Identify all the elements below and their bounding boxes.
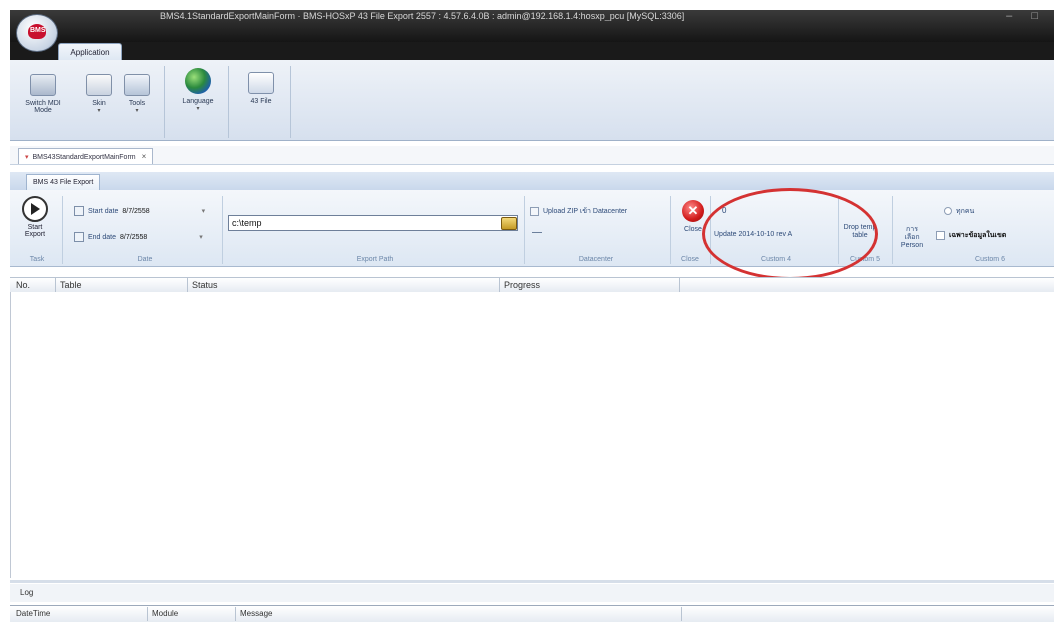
everyone-radio[interactable]: ทุกคน (944, 206, 974, 217)
calendar-icon (74, 206, 84, 216)
document-tab[interactable]: ▾ BMS43StandardExportMainForm × (18, 148, 154, 164)
tab-file-export[interactable]: BMS 43 File Export (26, 174, 101, 191)
skin-icon (86, 74, 112, 96)
skin-dropdown-arrow: ▾ (97, 108, 101, 114)
end-date-dropdown-icon[interactable]: ▾ (199, 234, 203, 241)
calendar-icon (74, 232, 84, 242)
group-label-task: Task (29, 256, 45, 263)
language-dropdown-arrow: ▾ (196, 106, 200, 112)
end-date-label: End date (88, 233, 117, 241)
checkbox-box[interactable] (936, 230, 945, 240)
end-date-row[interactable]: End date 8/7/2558 ▾ (74, 232, 203, 242)
radio-circle[interactable] (944, 207, 952, 216)
start-export-label: Start Export (24, 224, 46, 238)
group-label-close: Close (681, 256, 699, 263)
in-area-only-label: เฉพาะข้อมูลในเขต (949, 232, 1007, 239)
group-label-export-path: Export Path (356, 256, 394, 263)
log-splitter[interactable] (10, 580, 1054, 583)
43-file-button[interactable]: 43 File (246, 72, 276, 105)
skin-button[interactable]: Skin ▾ (84, 74, 114, 114)
file-icon (248, 72, 274, 94)
column-header-progress[interactable]: Progress (500, 278, 680, 292)
group-separator (892, 196, 893, 264)
language-label: Language (182, 98, 214, 105)
start-export-button[interactable]: Start Export (18, 196, 52, 238)
start-date-label: Start date (88, 207, 119, 215)
export-path-input[interactable] (228, 215, 518, 231)
close-tab-icon[interactable]: × (142, 152, 147, 161)
group-separator (670, 196, 671, 264)
switch-mdi-mode-label: Switch MDI Mode (25, 100, 61, 114)
upload-zip-checkbox[interactable]: Upload ZIP เข้า Datacenter (530, 206, 627, 217)
column-header-status[interactable]: Status (188, 278, 500, 292)
language-button[interactable]: Language ▾ (176, 68, 220, 112)
start-date-dropdown-icon[interactable]: ▾ (202, 208, 206, 215)
sub-ribbon-tab-strip (10, 172, 1054, 190)
window-controls[interactable]: – □ (1006, 10, 1046, 22)
group-label-custom6: Custom 6 (975, 256, 1005, 263)
start-date-value[interactable]: 8/7/2558 (122, 208, 149, 215)
tools-button[interactable]: Tools ▾ (122, 74, 152, 114)
log-column-message[interactable]: Message (236, 607, 682, 621)
red-annotation-circle (702, 188, 878, 280)
page-margin-top (0, 0, 1054, 10)
column-header-no[interactable]: No. (12, 278, 56, 292)
globe-icon (185, 68, 211, 94)
group-separator (524, 196, 525, 264)
group-label-date: Date (137, 256, 153, 263)
column-header-table[interactable]: Table (56, 278, 188, 292)
document-tab-bar (10, 146, 1054, 165)
in-area-only-checkbox[interactable]: เฉพาะข้อมูลในเขต (936, 230, 1006, 241)
page-margin-left (0, 0, 10, 621)
pin-icon: ▾ (25, 154, 29, 161)
group-separator (222, 196, 223, 264)
play-icon (22, 196, 48, 222)
heart-logo-icon: BMS (28, 24, 46, 39)
datacenter-status-dash (532, 232, 542, 233)
switch-mdi-mode-button[interactable]: Switch MDI Mode (24, 74, 62, 114)
log-column-datetime[interactable]: DateTime (12, 607, 148, 621)
person-selection-button[interactable]: การเลือก Person (900, 226, 924, 250)
everyone-radio-label: ทุกคน (956, 208, 975, 215)
monitor-icon (30, 74, 56, 96)
skin-label: Skin (92, 100, 106, 107)
tools-icon (124, 74, 150, 96)
document-tab-label: BMS43StandardExportMainForm (32, 154, 136, 161)
group-separator (62, 196, 63, 264)
checkbox-box[interactable] (530, 206, 539, 216)
end-date-value[interactable]: 8/7/2558 (120, 234, 147, 241)
group-label-datacenter: Datacenter (578, 256, 614, 263)
43-file-label: 43 File (250, 98, 272, 105)
log-column-module[interactable]: Module (148, 607, 236, 621)
window-title: BMS4.1StandardExportMainForm · BMS-HOSxP… (160, 11, 685, 21)
export-table-grid[interactable] (10, 292, 1054, 578)
start-date-row[interactable]: Start date 8/7/2558 ▾ (74, 206, 205, 216)
close-icon: ✕ (682, 200, 704, 222)
app-menu-button[interactable]: BMS (16, 14, 58, 52)
tools-dropdown-arrow: ▾ (135, 108, 139, 114)
upload-zip-label: Upload ZIP เข้า Datacenter (543, 208, 628, 215)
log-panel-title: Log (10, 584, 1054, 602)
ribbon-tab-strip (10, 42, 1054, 60)
folder-icon[interactable] (501, 217, 517, 230)
tools-label: Tools (128, 100, 146, 107)
